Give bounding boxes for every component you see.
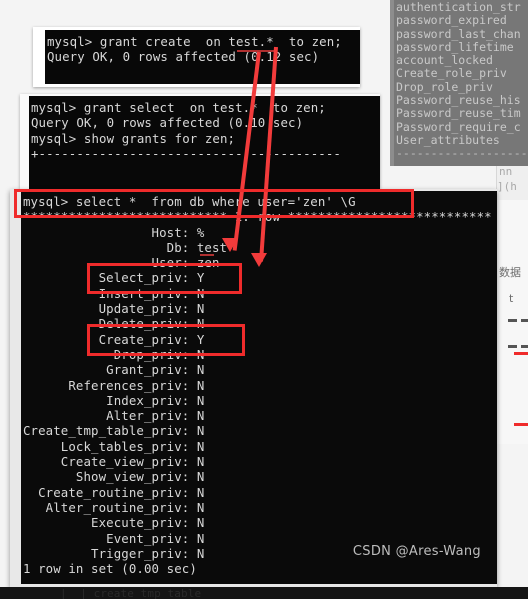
terminal-line: Query OK, 0 rows affected (0.10 sec) xyxy=(31,115,304,131)
highlight-box-select-insert-priv xyxy=(87,263,242,294)
panel-divider: ------------------- xyxy=(396,146,528,161)
screenshot-root: authentication_str password_expired pass… xyxy=(0,0,528,599)
terminal-line-lock-tables-priv: Lock_tables_priv: N xyxy=(23,438,205,454)
edge-dash-2 xyxy=(521,319,528,322)
highlight-box-query xyxy=(14,189,414,218)
bottom-strip: | | create_tmp_table xyxy=(0,587,528,599)
terminal-line: mysql> show grants for zen; xyxy=(31,130,236,146)
csdn-watermark: CSDN @Ares-Wang xyxy=(352,544,481,559)
mysql-user-columns-panel: authentication_str password_expired pass… xyxy=(390,0,528,166)
column-name: password_lifetime xyxy=(396,39,514,54)
column-name: User_attributes xyxy=(396,132,500,147)
highlight-edge-sliver-1 xyxy=(514,352,528,355)
terminal-window-select-db[interactable]: mysql> select * from db where user='zen'… xyxy=(10,189,497,587)
terminal-line: mysql> grant create on test.* to zen; xyxy=(47,34,342,49)
ide-fragment-bracket: ](h xyxy=(497,180,517,193)
terminal-line-create-routine-priv: Create_routine_priv: N xyxy=(23,484,205,500)
terminal-line-create-view-priv: Create_view_priv: N xyxy=(23,454,205,470)
column-name: Create_role_priv xyxy=(396,66,507,81)
column-name: account_locked xyxy=(396,53,493,68)
highlight-box-create-drop-priv xyxy=(87,324,245,356)
terminal-line: mysql> grant select on test.* to zen; xyxy=(31,100,326,115)
terminal-line: Query OK, 0 rows affected (0.12 sec) xyxy=(47,49,320,65)
background-ide-panel: nn ](h 数据 t xyxy=(496,166,528,444)
terminal-line-show-view-priv: Show_view_priv: N xyxy=(23,469,205,485)
terminal-line-create-tmp-table-priv: Create_tmp_table_priv: N xyxy=(23,423,205,439)
edge-dash-4 xyxy=(521,345,528,348)
column-name: password_expired xyxy=(396,13,507,28)
ide-cn-fragment-1: 数据 xyxy=(499,266,521,279)
highlight-edge-sliver-2 xyxy=(514,423,528,426)
edge-dash-1 xyxy=(508,319,517,322)
terminal-screen[interactable]: mysql> grant select on test.* to zen; Qu… xyxy=(29,96,380,189)
column-name: Password_reuse_his xyxy=(396,93,521,108)
ide-fragment-top: nn xyxy=(499,166,513,178)
panel-left-edge xyxy=(390,0,394,166)
edge-dash-3 xyxy=(508,345,517,348)
terminal-line-references-priv: References_priv: N xyxy=(23,377,205,393)
column-name: Password_reuse_tim xyxy=(396,106,521,121)
terminal-line-alter-routine-priv: Alter_routine_priv: N xyxy=(23,499,205,515)
terminal-screen[interactable]: mysql> grant create on test.* to zen; Qu… xyxy=(45,30,360,84)
column-name: password_last_chan xyxy=(396,26,521,41)
terminal-line-alter-priv: Alter_priv: N xyxy=(23,408,205,424)
terminal-window-grant-create[interactable]: mysql> grant create on test.* to zen; Qu… xyxy=(33,27,360,87)
terminal-line-update-priv: Update_priv: N xyxy=(23,301,205,317)
column-name: authentication_str xyxy=(396,0,521,14)
column-name: Drop_role_priv xyxy=(396,79,493,94)
ide-cn-fragment-2: t xyxy=(509,292,514,305)
terminal-line-execute-priv: Execute_priv: N xyxy=(23,515,205,531)
underline-user-zen xyxy=(200,254,214,256)
column-name: Password_require_c xyxy=(396,119,521,134)
bottom-strip-text: | | create_tmp_table xyxy=(60,586,202,599)
terminal-line-index-priv: Index_priv: N xyxy=(23,392,205,408)
terminal-window-grant-select[interactable]: mysql> grant select on test.* to zen; Qu… xyxy=(20,94,380,189)
terminal-line-grant-priv: Grant_priv: N xyxy=(23,362,205,378)
terminal-line: +---------------------------------------… xyxy=(31,145,341,161)
terminal-line-result-summary: 1 row in set (0.00 sec) xyxy=(23,561,197,577)
